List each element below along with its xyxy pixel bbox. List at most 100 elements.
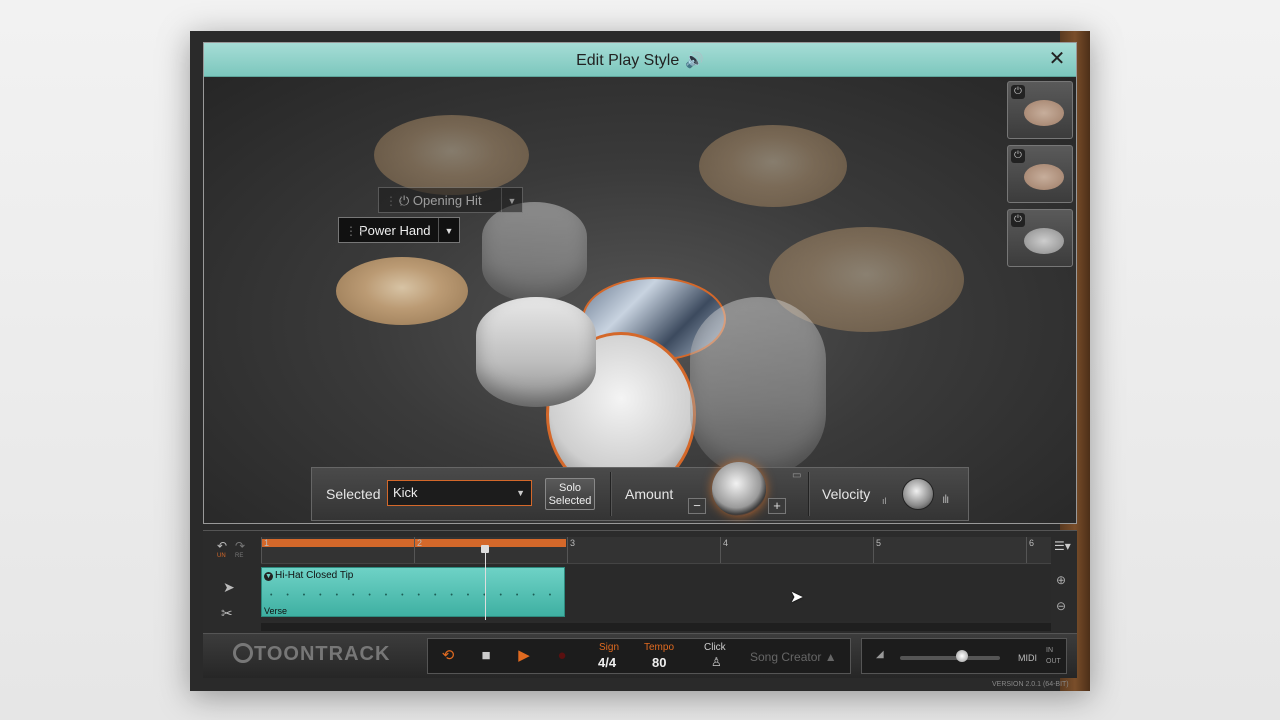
power-hand-label: Power Hand	[359, 223, 431, 238]
amount-minus-button[interactable]: −	[688, 498, 706, 514]
chevron-down-icon: ▼	[516, 488, 525, 498]
crash-cymbal-right[interactable]	[699, 125, 847, 207]
metronome-icon[interactable]: ♙	[711, 655, 722, 669]
pointer-tool-icon[interactable]: ➤	[223, 579, 235, 596]
play-icon[interactable]: ▶	[510, 643, 538, 669]
bar-tick	[720, 537, 721, 563]
solo-selected-button[interactable]: Solo Selected	[545, 478, 595, 510]
chevron-down-icon[interactable]: ▼	[438, 218, 459, 242]
timeline-scrollbar[interactable]	[261, 623, 1051, 631]
volume-slider[interactable]	[900, 656, 1000, 660]
dialog-title-text: Edit Play Style	[576, 52, 680, 69]
bar-tick	[261, 537, 262, 563]
toontrack-logo: TOONTRACK	[233, 643, 390, 666]
velocity-label: Velocity	[822, 486, 871, 502]
crash-cymbal-left[interactable]	[374, 115, 529, 195]
timeline-ruler[interactable]: 1 2 3 4 5 6	[261, 537, 1051, 564]
dialog-title: Edit Play Style 🔊	[204, 51, 1076, 70]
tempo-label: Tempo	[644, 642, 675, 653]
selected-value: Kick	[393, 485, 418, 500]
close-button[interactable]: ✕	[1046, 48, 1068, 70]
stop-icon[interactable]: ■	[472, 643, 500, 669]
rack-tom[interactable]	[482, 202, 587, 302]
transport-bar: TOONTRACK ⟲ ■ ▶ ● Sign 4/4 Tempo 80 Clic…	[203, 633, 1077, 678]
hand-thumbnail-3[interactable]: ⏻	[1007, 209, 1073, 267]
velocity-knob[interactable]	[902, 478, 934, 510]
version-label: VERSION 2.0.1 (64-BIT)	[992, 681, 1069, 688]
menu-icon[interactable]: ☰▾	[1054, 539, 1071, 553]
solo-line2: Selected	[548, 495, 592, 507]
transport-controls: ⟲ ■ ▶ ● Sign 4/4 Tempo 80 Click ♙ Song C…	[427, 638, 851, 674]
volume-icon: ◢	[876, 649, 884, 660]
zoom-in-icon[interactable]: ⊕	[1056, 573, 1066, 587]
zoom-out-icon[interactable]: ⊖	[1056, 599, 1066, 613]
midi-in-label: IN	[1046, 647, 1053, 654]
hand-image	[1024, 100, 1064, 126]
opening-hit-label: Opening Hit	[412, 193, 482, 208]
volume-area: ◢ MIDI IN OUT	[861, 638, 1067, 674]
chevron-down-icon[interactable]: ▼	[501, 188, 522, 212]
bar-number: 4	[723, 538, 729, 548]
bar-tick	[1026, 537, 1027, 563]
clip-title-text: Hi-Hat Closed Tip	[275, 570, 354, 581]
power-hand-selector[interactable]: ⋮⋮ Power Hand ▼	[338, 217, 460, 243]
power-icon[interactable]: ⏻	[1011, 149, 1025, 163]
sign-label: Sign	[599, 642, 620, 653]
bar-number: 2	[417, 538, 423, 548]
logo-text: TOONTRACK	[254, 643, 391, 665]
edit-play-style-dialog: Edit Play Style 🔊 ✕ ⋮⋮ ⏻ Opening Hit ▼ ⋮⋮…	[203, 42, 1077, 524]
logo-mark	[233, 643, 253, 663]
playhead[interactable]	[485, 545, 486, 620]
ring-image	[1024, 228, 1064, 254]
sign-value[interactable]: 4/4	[598, 655, 616, 670]
timeline-tools: ☰▾ ⊕ ⊖	[1051, 537, 1077, 627]
drag-grip-icon: ⋮⋮	[385, 194, 407, 208]
edit-tools: ↶ ↷ UN RE ➤ ✂	[213, 535, 249, 633]
loop-icon[interactable]: ⟲	[434, 643, 462, 669]
tempo-value[interactable]: 80	[652, 655, 666, 670]
undo-icon[interactable]: ↶	[217, 539, 227, 553]
clip-part-label: Verse	[264, 606, 288, 616]
hand-thumbnail-2[interactable]: ⏻	[1007, 145, 1073, 203]
track-lane[interactable]: ▼ Hi-Hat Closed Tip • • • • • • • • • • •…	[261, 565, 1051, 621]
clip-notes: • • • • • • • • • • • • • • • • • •	[270, 592, 558, 599]
power-icon[interactable]: ⏻	[1011, 85, 1025, 99]
divider	[610, 472, 612, 516]
volume-slider-handle[interactable]	[956, 650, 968, 662]
bar-number: 3	[570, 538, 576, 548]
amount-knob[interactable]	[712, 462, 766, 516]
midi-clip[interactable]: ▼ Hi-Hat Closed Tip • • • • • • • • • • •…	[261, 567, 565, 617]
midi-label: MIDI	[1018, 653, 1037, 663]
scissors-tool-icon[interactable]: ✂	[221, 605, 233, 622]
opening-hit-selector[interactable]: ⋮⋮ ⏻ Opening Hit ▼	[378, 187, 523, 213]
speaker-icon[interactable]: 🔊	[685, 51, 704, 69]
floor-tom[interactable]	[690, 297, 826, 477]
song-creator-button[interactable]: Song Creator ▲	[750, 650, 837, 664]
snare-drum[interactable]	[476, 297, 596, 407]
selected-dropdown[interactable]: Kick ▼	[387, 480, 532, 506]
solo-line1: Solo	[558, 482, 582, 494]
dropdown-icon[interactable]: ▼	[264, 572, 273, 581]
record-icon[interactable]: ●	[548, 643, 576, 669]
bar-tick	[567, 537, 568, 563]
hand-thumbnail-1[interactable]: ⏻	[1007, 81, 1073, 139]
bar-tick	[414, 537, 415, 563]
divider	[808, 472, 810, 516]
redo-label: RE	[235, 553, 244, 559]
velocity-high-icon: ılı	[942, 492, 949, 506]
dialog-titlebar: Edit Play Style 🔊 ✕	[204, 43, 1076, 77]
control-bar: Selected Kick ▼ Solo Selected Amount − +…	[311, 462, 969, 521]
selected-label: Selected	[326, 486, 381, 502]
click-label: Click	[704, 642, 726, 653]
bar-number: 5	[876, 538, 882, 548]
amount-plus-button[interactable]: +	[768, 498, 786, 514]
hihat-cymbal[interactable]	[336, 257, 468, 325]
undo-label: UN	[217, 553, 226, 559]
drag-grip-icon: ⋮⋮	[345, 224, 367, 238]
bar-number: 6	[1029, 538, 1035, 548]
stick-image	[1024, 164, 1064, 190]
amount-label: Amount	[625, 486, 674, 502]
midi-out-label: OUT	[1046, 658, 1061, 665]
power-icon[interactable]: ⏻	[1011, 213, 1025, 227]
redo-icon[interactable]: ↷	[235, 539, 245, 553]
